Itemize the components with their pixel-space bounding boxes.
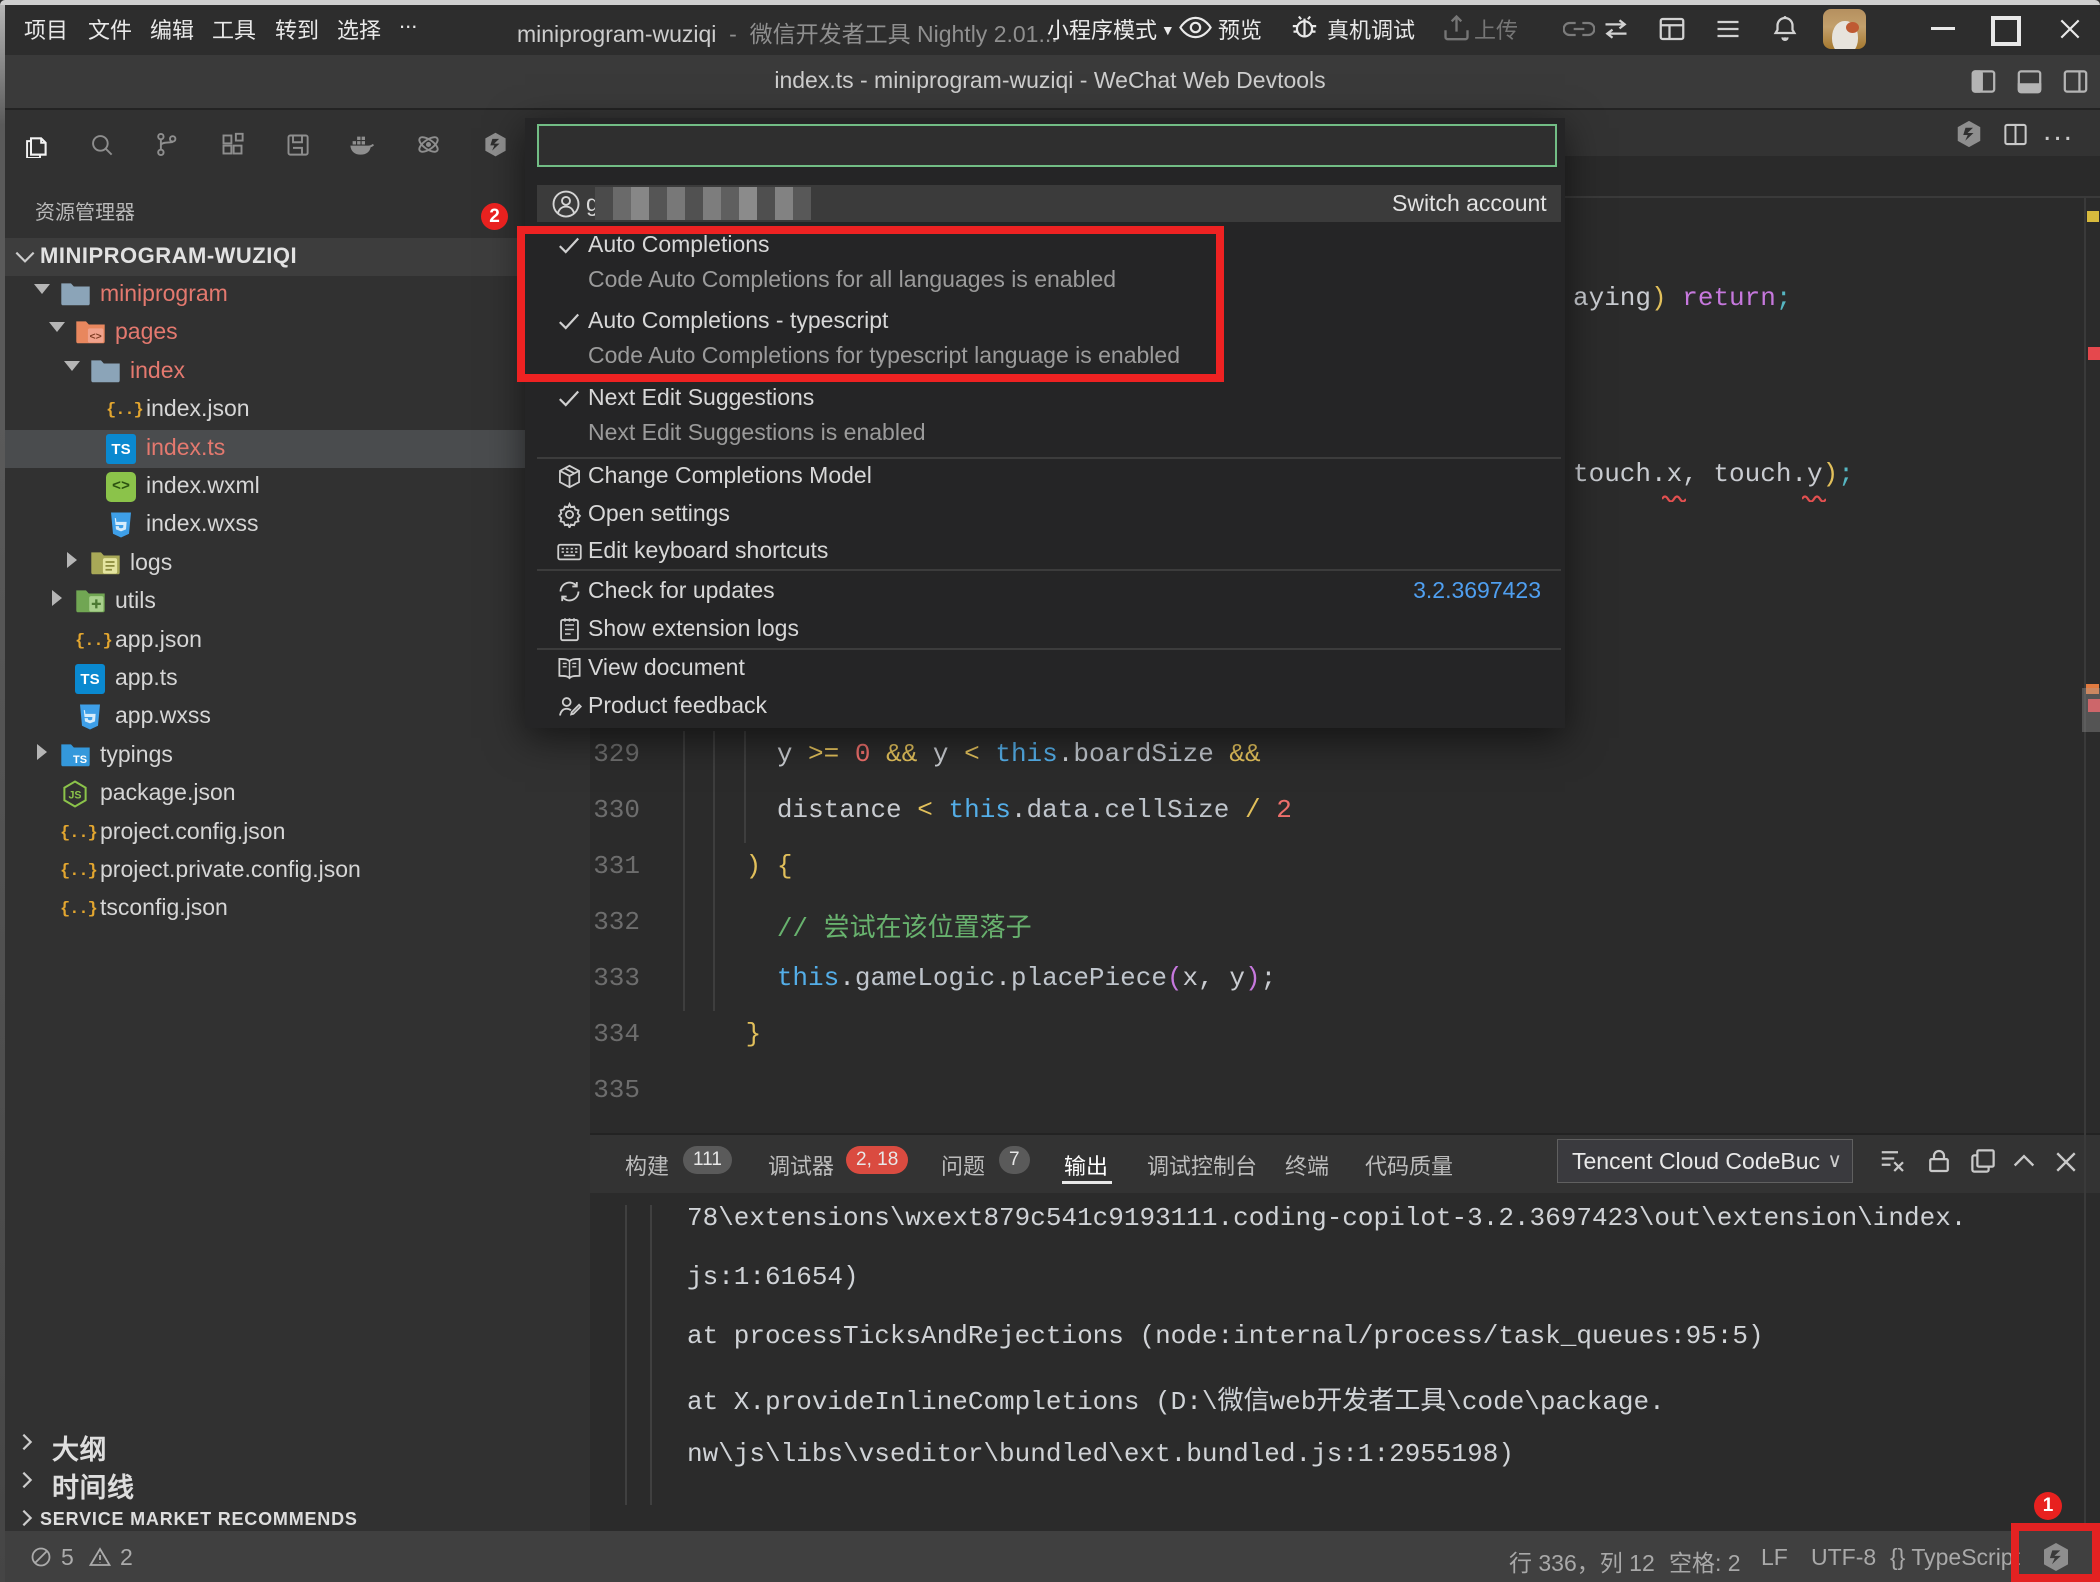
- svg-text:TS: TS: [73, 754, 87, 766]
- svg-text:JS: JS: [69, 789, 82, 801]
- svg-text:<>: <>: [89, 331, 101, 343]
